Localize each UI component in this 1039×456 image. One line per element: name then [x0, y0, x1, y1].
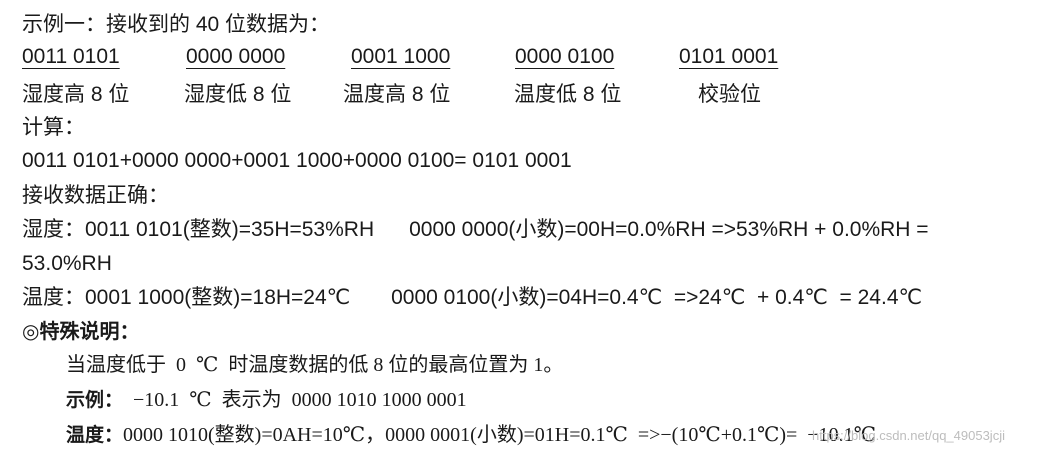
humidity-low-label: 湿度低 8 位: [184, 83, 292, 106]
temperature-low-bits: 0000 0100: [515, 45, 615, 68]
temperature-high-label: 温度高 8 位: [343, 83, 451, 106]
calc-formula: 0011 0101+0000 0000+0001 1000+0000 0100=…: [22, 149, 572, 172]
humidity-line-continued: 53.0%RH: [22, 252, 112, 275]
temperature-label: 温度：: [66, 424, 124, 446]
special-example: 示例： −10.1 ℃ 表示为 0000 1010 1000 0001: [66, 387, 467, 413]
checksum-label: 校验位: [698, 83, 761, 106]
checksum-bits: 0101 0001: [679, 45, 779, 68]
temperature-high-bits: 0001 1000: [351, 45, 451, 68]
special-temperature: 温度：0000 1010(整数)=0AH=10℃，0000 0001(小数)=0…: [66, 422, 876, 448]
humidity-high-bits: 0011 0101: [22, 45, 120, 68]
example-text: −10.1 ℃ 表示为 0000 1010 1000 0001: [123, 389, 467, 411]
data-heading: 示例一：接收到的 40 位数据为：: [22, 13, 331, 36]
temperature-text: 0000 1010(整数)=0AH=10℃，0000 0001(小数)=01H=…: [123, 424, 876, 446]
special-note-title: ◎特殊说明：: [22, 319, 140, 343]
temperature-line: 温度：0001 1000(整数)=18H=24℃ 0000 0100(小数)=0…: [22, 286, 923, 309]
special-rule: 当温度低于 0 ℃ 时温度数据的低 8 位的最高位置为 1。: [66, 354, 564, 376]
temperature-low-label: 温度低 8 位: [514, 83, 622, 106]
humidity-low-bits: 0000 0000: [186, 45, 286, 68]
humidity-high-label: 湿度高 8 位: [22, 83, 130, 106]
calc-label: 计算：: [22, 116, 85, 139]
watermark: https://blog.csdn.net/qq_49053jcji: [812, 428, 1005, 443]
example-label: 示例：: [66, 389, 124, 411]
correct-label: 接收数据正确：: [22, 184, 169, 207]
humidity-line: 湿度：0011 0101(整数)=35H=53%RH 0000 0000(小数)…: [22, 218, 929, 241]
document-page: 示例一：接收到的 40 位数据为： 0011 0101 0000 0000 00…: [0, 0, 1039, 456]
